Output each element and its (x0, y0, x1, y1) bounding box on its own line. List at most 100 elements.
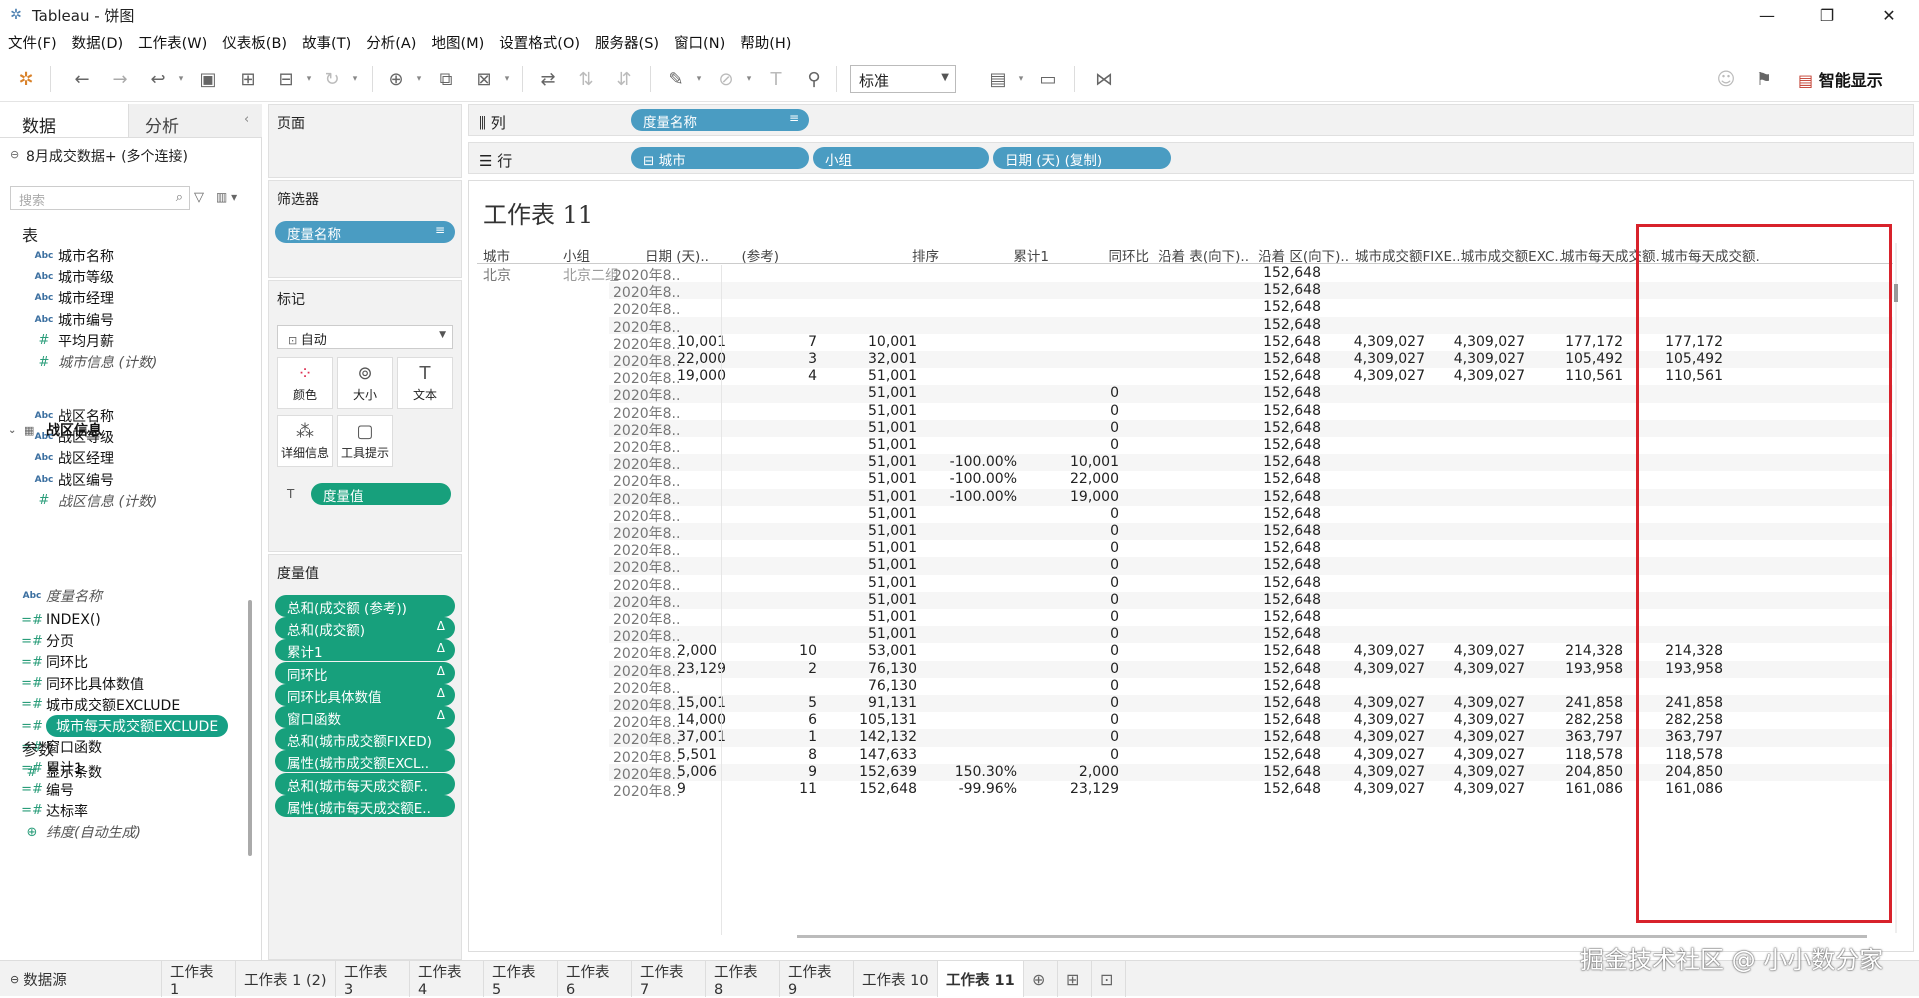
table-cell[interactable]: 4,309,027 (1325, 368, 1425, 384)
table-cell[interactable]: 152,648 (1221, 729, 1321, 745)
menu-item[interactable]: 文件(F) (8, 32, 57, 53)
field-item[interactable]: # 战区信息 (计数) (30, 489, 276, 513)
columns-shelf[interactable]: ⫼ 列 度量名称 ≡ (468, 104, 1914, 136)
table-cell[interactable]: 4,309,027 (1425, 695, 1525, 711)
column-header[interactable]: 同环比 (1049, 245, 1150, 265)
column-header[interactable]: 城市成交额FIXE.. (1355, 245, 1459, 265)
table-cell[interactable]: 8 (717, 747, 817, 763)
table-cell[interactable]: 91,131 (817, 695, 917, 711)
table-cell[interactable]: 152,648 (1221, 523, 1321, 539)
table-cell[interactable]: 193,958 (1523, 661, 1623, 677)
table-cell[interactable]: 152,648 (1221, 454, 1321, 470)
menu-item[interactable]: 服务器(S) (595, 32, 659, 53)
table-cell[interactable]: 282,258 (1523, 712, 1623, 728)
table-cell[interactable]: 152,648 (1221, 575, 1321, 591)
table-cell[interactable]: 51,001 (817, 540, 917, 556)
close-icon[interactable]: ✕ (1866, 0, 1912, 30)
table-cell[interactable]: 51,001 (817, 385, 917, 401)
table-cell[interactable]: 152,648 (1221, 265, 1321, 281)
table-cell[interactable]: 10,001 (817, 334, 917, 350)
table-cell[interactable]: 0 (1019, 695, 1119, 711)
table-cell[interactable]: 152,648 (1221, 626, 1321, 642)
column-header[interactable]: 小组 (563, 245, 633, 265)
tooltip-button[interactable]: ▢ 工具提示 (337, 415, 393, 467)
new-story-icon[interactable]: ⊡ (1092, 961, 1126, 997)
table-cell[interactable]: 1 (717, 729, 817, 745)
table-cell[interactable]: 51,001 (817, 575, 917, 591)
table-cell[interactable]: 4,309,027 (1425, 334, 1525, 350)
table-cell[interactable]: 110,561 (1523, 368, 1623, 384)
table-cell[interactable]: 152,648 (1221, 557, 1321, 573)
table-cell[interactable]: 0 (1019, 678, 1119, 694)
undo-icon[interactable]: ← (70, 66, 94, 92)
table-cell[interactable]: 4,309,027 (1325, 729, 1425, 745)
table-cell[interactable]: 4,309,027 (1425, 368, 1525, 384)
chevron-down-icon[interactable]: ▾ (176, 66, 186, 92)
replay-icon[interactable]: ↩ (146, 66, 170, 92)
table-cell[interactable]: 0 (1019, 403, 1119, 419)
table-cell[interactable]: 152,648 (1221, 712, 1321, 728)
table-cell[interactable]: 2,000 (1019, 764, 1119, 780)
chevron-down-icon[interactable]: ▾ (1016, 66, 1026, 92)
measure-value-pill[interactable]: 累计1 Δ (275, 639, 455, 662)
table-cell[interactable]: 0 (1019, 747, 1119, 763)
table-cell[interactable]: 152,648 (1221, 351, 1321, 367)
new-dashboard-icon[interactable]: ⊞ (1058, 961, 1092, 997)
sheet-tab[interactable]: 工作表 6 (558, 961, 632, 998)
share-icon[interactable]: ⋈ (1092, 66, 1116, 92)
measure-value-pill[interactable]: 窗口函数 Δ (275, 706, 455, 728)
save-icon[interactable]: ▣ (196, 66, 220, 92)
columns-pill-measure-names[interactable]: 度量名称 ≡ (631, 109, 809, 131)
chevron-down-icon[interactable]: ▾ (694, 66, 704, 92)
table-cell[interactable]: 0 (1019, 626, 1119, 642)
sheet-tab[interactable]: 工作表 7 (632, 961, 706, 998)
measure-value-pill[interactable]: 总和(成交额 (参考)) (275, 595, 455, 617)
table-cell[interactable]: 51,001 (817, 609, 917, 625)
measure-value-pill[interactable]: 属性(城市成交额EXCL.. (275, 750, 455, 773)
table-cell[interactable]: 0 (1019, 712, 1119, 728)
vertical-scrollbar[interactable] (1894, 284, 1898, 302)
table-cell[interactable]: 0 (1019, 643, 1119, 659)
table-cell[interactable]: 152,648 (1221, 299, 1321, 315)
pin-icon[interactable]: ⚲ (802, 66, 826, 92)
table-cell[interactable]: 152,648 (1221, 403, 1321, 419)
marks-pill-measure-values[interactable]: 度量值 (311, 483, 451, 505)
column-header[interactable]: 日期 (天).. (645, 245, 717, 265)
rows-pill-group[interactable]: 小组 (813, 147, 989, 169)
table-cell[interactable]: 152,648 (1221, 764, 1321, 780)
table-cell[interactable]: -100.00% (917, 471, 1017, 487)
table-cell[interactable]: 9 (717, 764, 817, 780)
table-cell[interactable]: 51,001 (817, 506, 917, 522)
table-cell[interactable]: 10,001 (677, 334, 726, 350)
tab-datasource[interactable]: ⊖ 数据源 (0, 961, 162, 997)
column-header[interactable]: 排序 (849, 245, 939, 265)
column-header[interactable]: 沿着 区(向下).. (1249, 245, 1349, 265)
sheet-tab[interactable]: 工作表 5 (484, 961, 558, 998)
table-cell[interactable]: 2,000 (677, 643, 721, 659)
table-cell[interactable]: -100.00% (917, 489, 1017, 505)
show-cards-icon[interactable]: ▤ (986, 66, 1010, 92)
menu-item[interactable]: 仪表板(B) (222, 32, 287, 53)
menu-item[interactable]: 工作表(W) (138, 32, 207, 53)
pages-shelf[interactable]: 页面 (268, 104, 462, 178)
table-cell[interactable]: 51,001 (817, 471, 917, 487)
table-cell[interactable]: 4,309,027 (1325, 712, 1425, 728)
presentation-icon[interactable]: ▭ (1036, 66, 1060, 92)
table-cell[interactable]: 152,648 (1221, 437, 1321, 453)
rows-shelf[interactable]: ☰ 行 ⊟ 城市 小组 日期 (天) (复制) (468, 142, 1914, 174)
table-cell[interactable]: 152,639 (817, 764, 917, 780)
column-header[interactable]: 累计1 (949, 245, 1049, 265)
table-cell[interactable]: 152,648 (1221, 385, 1321, 401)
table-cell[interactable]: 5,501 (677, 747, 721, 763)
table-cell[interactable]: 3 (717, 351, 817, 367)
table-cell[interactable]: 4,309,027 (1425, 661, 1525, 677)
table-cell[interactable]: 11 (717, 781, 817, 797)
table-cell[interactable]: 152,648 (1221, 489, 1321, 505)
pulse-icon[interactable]: ☺ (1714, 66, 1738, 92)
new-worksheet-icon[interactable]: ⊕ (1024, 961, 1058, 997)
table-cell[interactable]: 147,633 (817, 747, 917, 763)
menu-item[interactable]: 故事(T) (302, 32, 351, 53)
table-cell[interactable]: 241,858 (1523, 695, 1623, 711)
table-cell[interactable]: 0 (1019, 437, 1119, 453)
table-cell[interactable]: 51,001 (817, 626, 917, 642)
